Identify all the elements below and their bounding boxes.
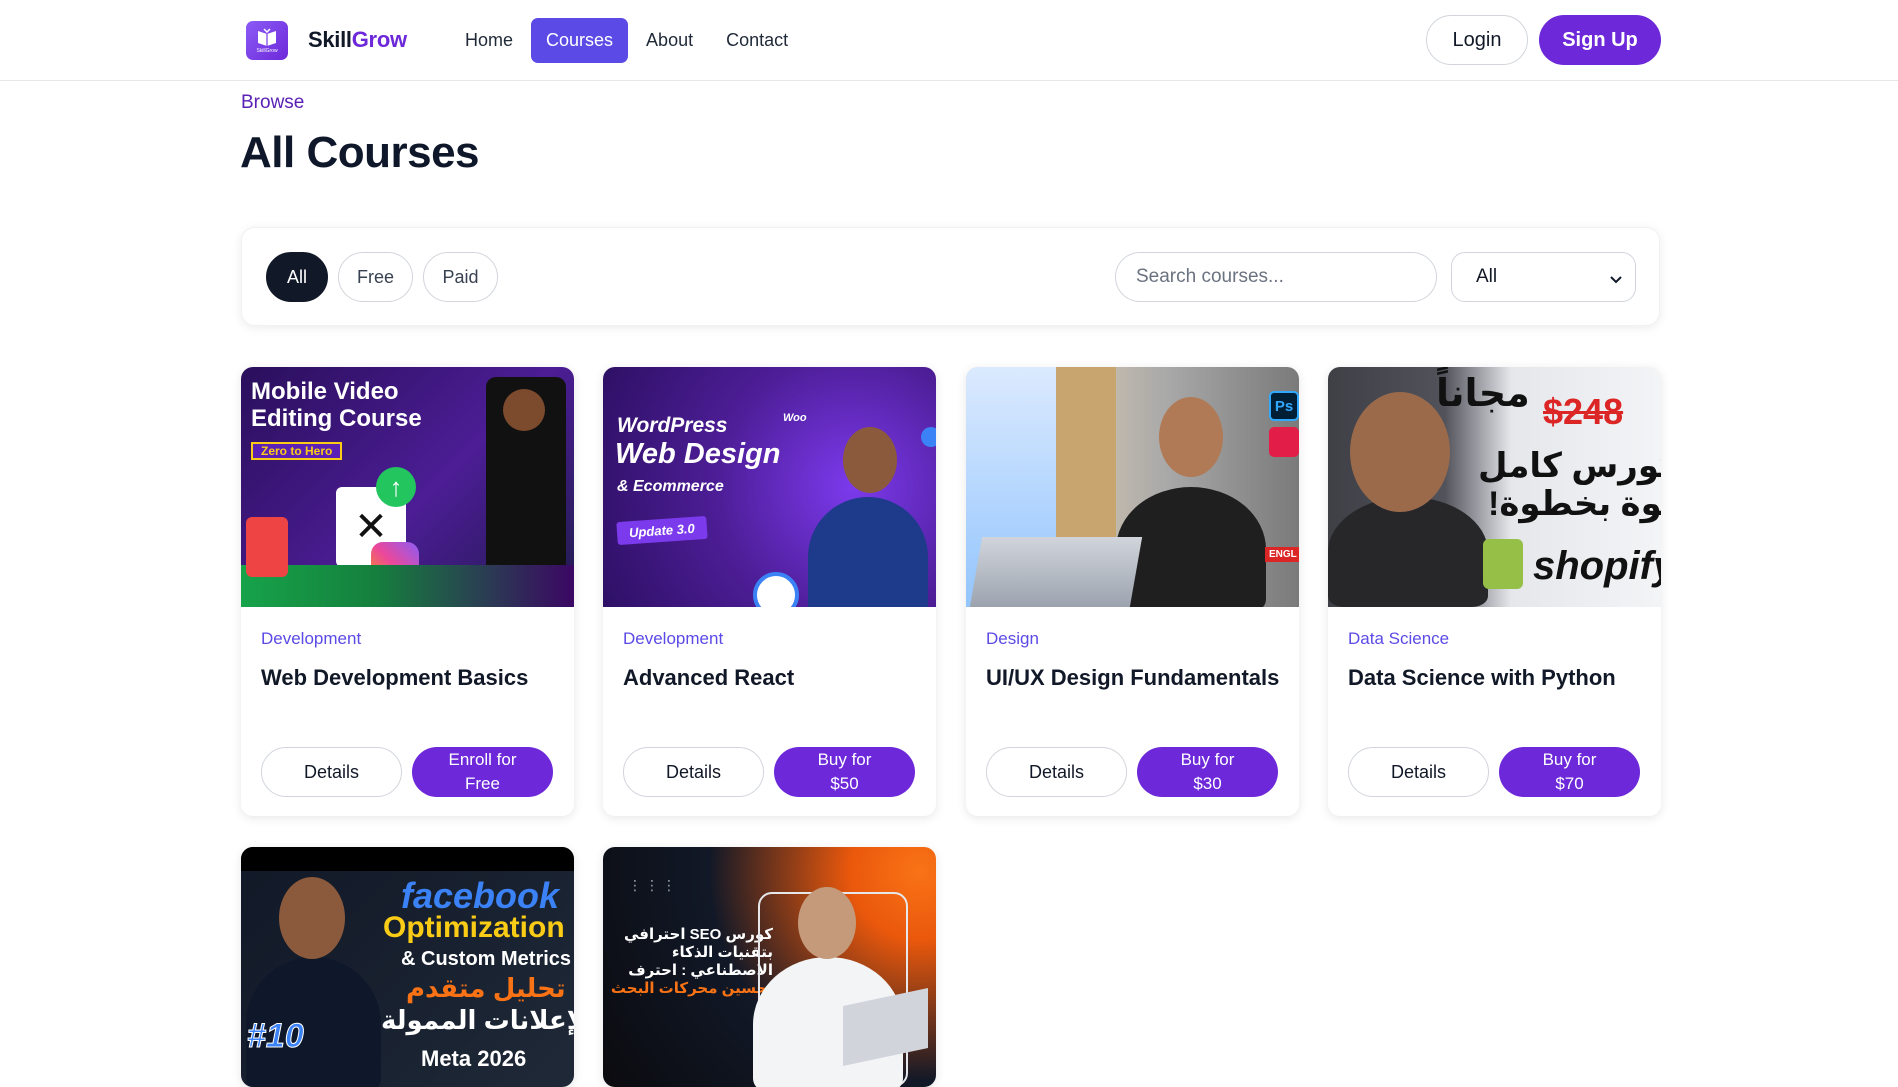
category-select[interactable]: All — [1451, 252, 1636, 302]
thumb-line5: للإعلانات الممولة — [381, 1005, 574, 1035]
filter-chip-all[interactable]: All — [266, 252, 328, 302]
thumb-title-line2: Web Design — [615, 438, 781, 470]
top-navbar: SkillGrow SkillGrow Home Courses About C… — [0, 0, 1898, 81]
filter-chip-paid[interactable]: Paid — [423, 252, 498, 302]
thumb-line2: Optimization — [383, 911, 565, 944]
thumb-badge: Update 3.0 — [616, 515, 708, 546]
buy-button[interactable]: Buy for $50 — [774, 747, 915, 797]
thumb-line1: facebook — [401, 875, 560, 916]
details-button[interactable]: Details — [986, 747, 1127, 797]
nav-link-courses[interactable]: Courses — [531, 18, 629, 63]
filter-panel: All Free Paid All — [241, 227, 1660, 326]
kinemaster-icon — [246, 517, 288, 577]
logo-caption: SkillGrow — [256, 48, 278, 54]
course-category: Development — [623, 629, 724, 648]
course-thumbnail[interactable]: Ps ENGL — [966, 367, 1299, 607]
course-thumbnail[interactable]: مجاناً $248 كورس كامل خطوة بخطوة! shopif… — [1328, 367, 1661, 607]
course-thumbnail[interactable]: Mobile Video Editing Course Zero to Hero… — [241, 367, 574, 607]
thumb-badge: Zero to Hero — [251, 442, 343, 460]
thumb-title-line1: WordPress — [617, 414, 728, 437]
thumb-old-price: $248 — [1543, 391, 1624, 432]
laptop — [969, 537, 1143, 607]
thumb-line1: كورس SEO احترافي — [623, 926, 773, 943]
course-thumbnail[interactable]: ⋮⋮⋮ كورس SEO احترافي بتقنيات الذكاء الاص… — [603, 847, 936, 1087]
nav-link-about[interactable]: About — [631, 18, 708, 63]
thumb-line4: تحليل متقدم — [406, 973, 566, 1003]
course-category: Data Science — [1348, 629, 1450, 648]
thumb-line3: & Custom Metrics — [401, 948, 572, 970]
brand-name[interactable]: SkillGrow — [308, 27, 407, 53]
course-thumbnail[interactable]: facebook Optimization & Custom Metrics ت… — [241, 847, 574, 1087]
shopify-bag-icon — [1483, 539, 1523, 589]
floating-icon — [921, 427, 936, 447]
presenter-head — [843, 427, 897, 493]
thumb-line4: تحسين محركات البحث — [610, 980, 773, 997]
details-button[interactable]: Details — [261, 747, 402, 797]
course-title: Data Science with Python — [1348, 665, 1616, 690]
thumb-free-word: مجاناً — [1436, 373, 1530, 415]
woo-tag: Woo — [783, 412, 807, 424]
thumb-line3: الاصطناعي : احترف — [628, 962, 773, 979]
course-card: Mobile Video Editing Course Zero to Hero… — [241, 367, 574, 816]
brand-part-grow: Grow — [351, 27, 407, 52]
page-title: All Courses — [240, 128, 480, 177]
nav-link-contact[interactable]: Contact — [711, 18, 803, 63]
signup-button[interactable]: Sign Up — [1539, 15, 1661, 65]
brand-part-skill: Skill — [308, 27, 352, 52]
language-tag: ENGL — [1265, 547, 1299, 562]
nav-link-home[interactable]: Home — [450, 18, 528, 63]
course-card: Ps ENGL Design UI/UX Design Fundamentals… — [966, 367, 1299, 816]
course-card: facebook Optimization & Custom Metrics ت… — [241, 847, 574, 1087]
presenter-head — [503, 389, 545, 431]
details-button[interactable]: Details — [1348, 747, 1489, 797]
course-category: Development — [261, 629, 362, 648]
course-card: مجاناً $248 كورس كامل خطوة بخطوة! shopif… — [1328, 367, 1661, 816]
creative-cloud-icon — [1269, 427, 1299, 457]
buy-button[interactable]: Buy for $70 — [1499, 747, 1640, 797]
thumb-title-line2: Editing Course — [251, 405, 422, 432]
dots-decoration: ⋮⋮⋮ — [628, 877, 679, 893]
course-title: Advanced React — [623, 665, 795, 690]
details-button[interactable]: Details — [623, 747, 764, 797]
course-thumbnail[interactable]: WordPress Web Design & Ecommerce Update … — [603, 367, 936, 607]
category-select-value: All — [1476, 266, 1498, 287]
course-category: Design — [986, 629, 1039, 648]
presenter-head — [1159, 397, 1223, 477]
thumb-title-line3: & Ecommerce — [617, 478, 724, 495]
buy-button[interactable]: Buy for $30 — [1137, 747, 1278, 797]
thumb-title-line1: Mobile Video — [251, 378, 399, 405]
presenter-head — [279, 877, 345, 959]
thumb-footer: Meta 2026 — [421, 1046, 527, 1071]
search-input[interactable] — [1115, 252, 1437, 302]
thumb-brand: shopify — [1533, 544, 1661, 588]
money-pile — [241, 565, 574, 607]
main-nav: Home Courses About Contact — [450, 18, 806, 63]
thumb-line1: كورس كامل — [1478, 447, 1661, 485]
filter-chip-free[interactable]: Free — [338, 252, 413, 302]
course-title: UI/UX Design Fundamentals — [986, 665, 1280, 690]
enroll-button[interactable]: Enroll for Free — [412, 747, 553, 797]
chevron-down-icon — [1609, 270, 1623, 292]
top-bar — [241, 847, 574, 871]
thumb-line2: خطوة بخطوة! — [1488, 485, 1661, 523]
presenter-head — [798, 887, 856, 959]
thumb-badge: #10 — [247, 1017, 305, 1055]
course-card: ⋮⋮⋮ كورس SEO احترافي بتقنيات الذكاء الاص… — [603, 847, 936, 1087]
thumb-line2: بتقنيات الذكاء — [671, 944, 773, 961]
photoshop-icon: Ps — [1269, 391, 1299, 421]
login-button[interactable]: Login — [1426, 15, 1528, 65]
presenter-body — [808, 497, 928, 607]
course-card: WordPress Web Design & Ecommerce Update … — [603, 367, 936, 816]
course-title: Web Development Basics — [261, 665, 529, 690]
arrow-up-icon: ↑ — [376, 467, 416, 507]
page-eyebrow: Browse — [241, 92, 305, 113]
presenter-head — [1350, 392, 1450, 512]
presenter-body — [1328, 497, 1488, 607]
skillgrow-logo-icon[interactable]: SkillGrow — [246, 21, 288, 60]
wordpress-icon — [753, 572, 799, 607]
